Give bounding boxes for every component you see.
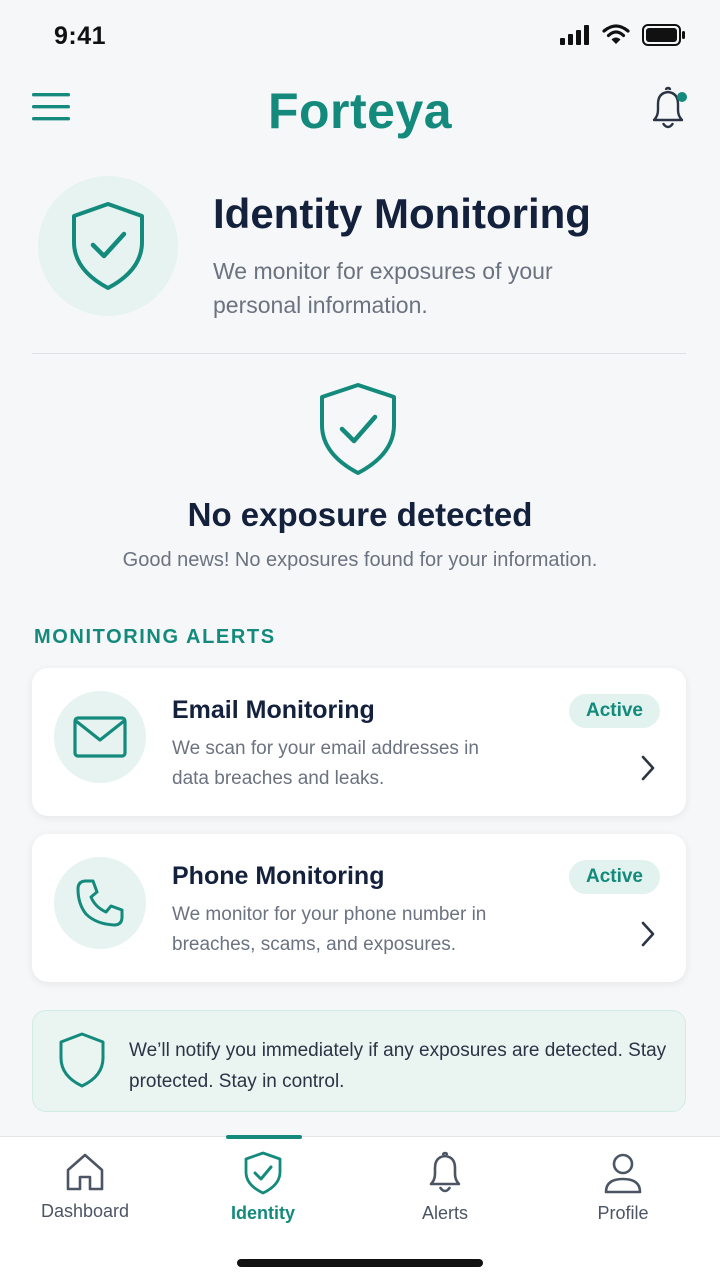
notifications-button[interactable] xyxy=(648,86,688,132)
phone-icon xyxy=(76,879,124,927)
divider xyxy=(32,353,686,354)
chevron-right-icon xyxy=(641,755,655,781)
phone-monitoring-card[interactable]: Phone Monitoring We monitor for your pho… xyxy=(32,834,686,982)
nav-label: Dashboard xyxy=(40,1201,130,1221)
status-icons xyxy=(560,24,686,51)
card-description: We scan for your email addresses in data… xyxy=(172,738,479,789)
unread-dot xyxy=(677,92,687,102)
email-icon-badge xyxy=(54,691,146,783)
nav-label: Alerts xyxy=(421,1203,468,1223)
card-description: We monitor for your phone number in brea… xyxy=(172,904,487,955)
home-icon xyxy=(66,1153,104,1191)
status-bar: 9:41 xyxy=(0,0,720,72)
cellular-signal-icon xyxy=(560,25,590,50)
envelope-icon xyxy=(73,716,127,758)
hero-shield-badge xyxy=(38,176,178,316)
identity-monitoring-screen: 9:41 Forteya Identity Monitoring We moni… xyxy=(0,0,720,1280)
status-badge: Active xyxy=(568,694,660,728)
exposure-status-title: No exposure detected xyxy=(187,496,533,533)
person-icon xyxy=(604,1153,642,1194)
nav-item-alerts[interactable]: Alerts xyxy=(375,1151,515,1224)
shield-check-icon xyxy=(244,1151,282,1195)
nav-label: Profile xyxy=(597,1203,649,1223)
status-badge: Active xyxy=(568,860,660,894)
app-header: Forteya xyxy=(0,80,720,140)
wifi-icon xyxy=(602,24,630,51)
card-title: Phone Monitoring xyxy=(172,862,385,890)
shield-check-icon xyxy=(320,383,396,475)
active-tab-indicator xyxy=(226,1135,302,1139)
nav-label: Identity xyxy=(230,1203,295,1223)
bottom-navigation: Dashboard Identity Alerts Profile xyxy=(0,1135,720,1280)
home-indicator[interactable] xyxy=(237,1259,483,1267)
exposure-status-description: Good news! No exposures found for your i… xyxy=(122,549,598,571)
bell-icon xyxy=(652,86,687,129)
status-time: 9:41 xyxy=(54,22,107,50)
nav-item-identity[interactable]: Identity xyxy=(193,1151,333,1224)
phone-icon-badge xyxy=(54,857,146,949)
monitoring-alerts-heading: MONITORING ALERTS xyxy=(34,626,276,648)
email-monitoring-card[interactable]: Email Monitoring We scan for your email … xyxy=(32,668,686,816)
shield-icon xyxy=(59,1032,105,1088)
info-banner-text: We’ll notify you immediately if any expo… xyxy=(129,1040,667,1092)
info-banner: We’ll notify you immediately if any expo… xyxy=(32,1010,686,1112)
shield-check-icon xyxy=(72,202,144,290)
nav-item-profile[interactable]: Profile xyxy=(553,1151,693,1224)
page-subtitle: We monitor for exposures of your persona… xyxy=(213,258,553,318)
nav-item-dashboard[interactable]: Dashboard xyxy=(15,1151,155,1222)
battery-icon xyxy=(642,24,686,51)
bell-icon xyxy=(429,1151,461,1193)
page-title: Identity Monitoring xyxy=(213,190,591,237)
status-shield xyxy=(317,382,399,481)
brand-logo: Forteya xyxy=(267,83,453,139)
card-title: Email Monitoring xyxy=(172,696,375,724)
chevron-right-icon xyxy=(641,921,655,947)
